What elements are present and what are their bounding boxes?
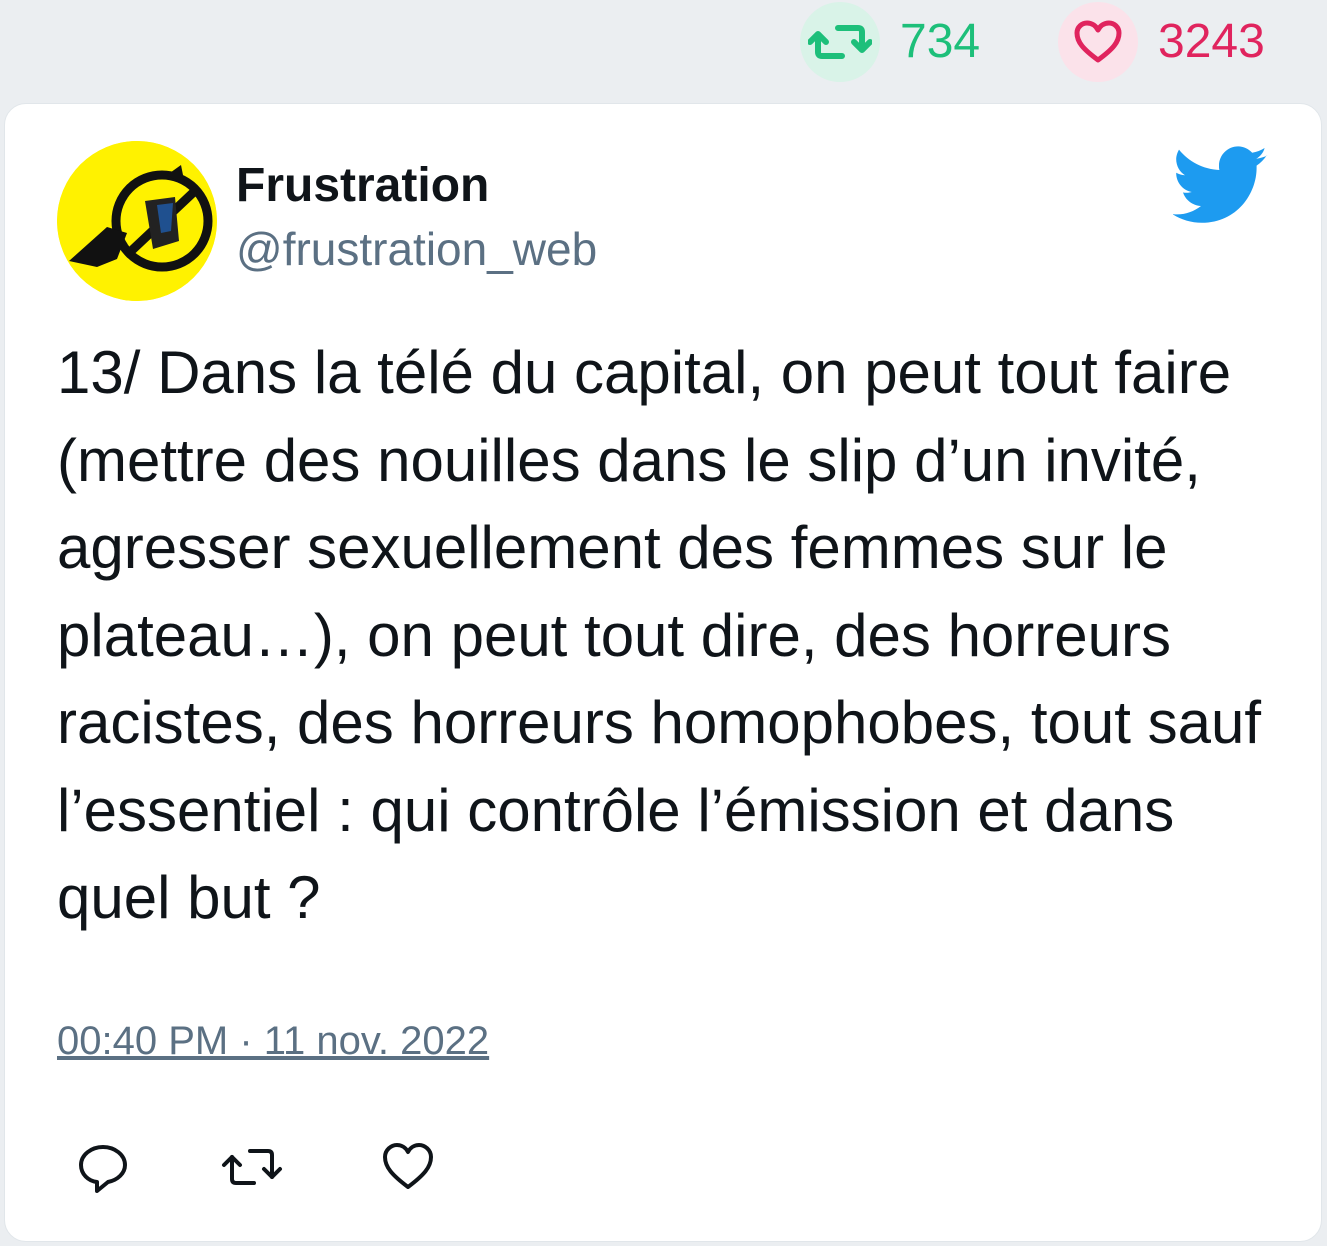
like-count: 3243 (1158, 15, 1265, 68)
retweet-icon (222, 1149, 282, 1185)
twitter-bird-icon[interactable] (1173, 146, 1269, 226)
tweet-timestamp[interactable]: 00:40 PM · 11 nov. 2022 (57, 1019, 489, 1063)
heart-icon (383, 1143, 433, 1189)
avatar[interactable] (57, 141, 217, 301)
reply-button[interactable] (75, 1139, 131, 1195)
like-button[interactable] (380, 1139, 436, 1195)
like-stat-icon (1058, 2, 1138, 82)
retweet-button[interactable] (220, 1139, 282, 1195)
like-stat[interactable]: 3243 (1058, 0, 1265, 84)
retweet-stat[interactable]: 734 (800, 0, 980, 84)
author-name[interactable]: Frustration (236, 159, 489, 213)
author-handle[interactable]: @frustration_web (236, 224, 597, 275)
reply-icon (79, 1145, 127, 1193)
avatar-logo-icon (57, 141, 217, 301)
retweet-stat-icon (800, 2, 880, 82)
engagement-stats-bar: 734 3243 (0, 0, 1327, 100)
retweet-count: 734 (900, 15, 981, 68)
tweet-card: Frustration @frustration_web 13/ Dans la… (4, 103, 1322, 1242)
tweet-text: 13/ Dans la télé du capital, on peut tou… (57, 339, 1261, 931)
